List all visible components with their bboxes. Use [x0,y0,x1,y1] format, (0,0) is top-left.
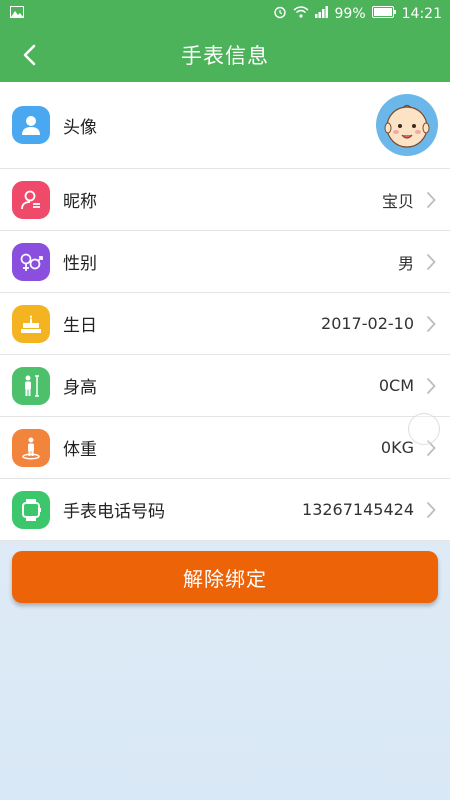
user-edit-icon [12,180,50,219]
list-item-label: 头像 [63,117,97,138]
list-item-value: 13267145424 [302,500,414,519]
list-item-value: 2017-02-10 [321,314,414,333]
list-item-value: 宝贝 [381,191,414,211]
list-item-label: 昵称 [63,192,97,212]
list-item-value: 男 [397,253,414,273]
list-item-label: 性别 [63,254,97,274]
list-item-birthday[interactable]: 生日 2017-02-10 [0,293,450,355]
list-item-gender[interactable]: 性别 男 [0,231,450,293]
cake-icon [12,304,50,343]
chevron-right-icon [422,251,440,273]
app-header: 99% 14:21 手表信息 [0,0,450,82]
list-item-label: 身高 [63,378,97,398]
chevron-right-icon [422,375,440,397]
list-item-height[interactable]: 身高 0CM [0,355,450,417]
clock-time: 14:21 [401,6,442,22]
battery-percent: 99% [334,6,366,22]
chevron-right-icon [422,499,440,521]
person-icon [12,106,50,144]
page-title: 手表信息 [181,44,269,68]
weight-scale-icon [12,428,50,467]
list-item-weight[interactable]: 体重 0KG [0,417,450,479]
chevron-right-icon [422,189,440,211]
signal-icon [314,6,329,22]
list-item-value: 0CM [378,376,414,395]
gallery-notification-icon [10,6,24,22]
back-button[interactable] [14,40,44,70]
list-item-label: 手表电话号码 [63,502,165,522]
status-bar: 99% 14:21 [0,0,450,28]
unbind-button[interactable]: 解除绑定 [12,551,438,603]
list-item-watch-phone[interactable]: 手表电话号码 13267145424 [0,479,450,541]
height-ruler-icon [12,366,50,405]
list-item-value: 0KG [380,438,414,457]
list-item-label: 体重 [63,440,97,460]
battery-icon [371,6,396,22]
list-item-label: 生日 [63,316,97,336]
watch-info-list: 头像 昵称 宝贝 性别 男 生日 2017-02-10 身高 0CM 体重 0K… [0,82,450,541]
list-item-nickname[interactable]: 昵称 宝贝 [0,169,450,231]
chevron-left-icon [23,44,36,66]
avatar[interactable] [376,94,438,156]
baby-face-icon [384,104,430,148]
wifi-icon [293,6,309,22]
gender-icon [12,242,50,281]
list-item-avatar[interactable]: 头像 [0,82,450,169]
chevron-right-icon [422,313,440,335]
floating-assist-button[interactable] [408,413,440,445]
alarm-icon [273,5,287,23]
watch-icon [12,490,50,529]
